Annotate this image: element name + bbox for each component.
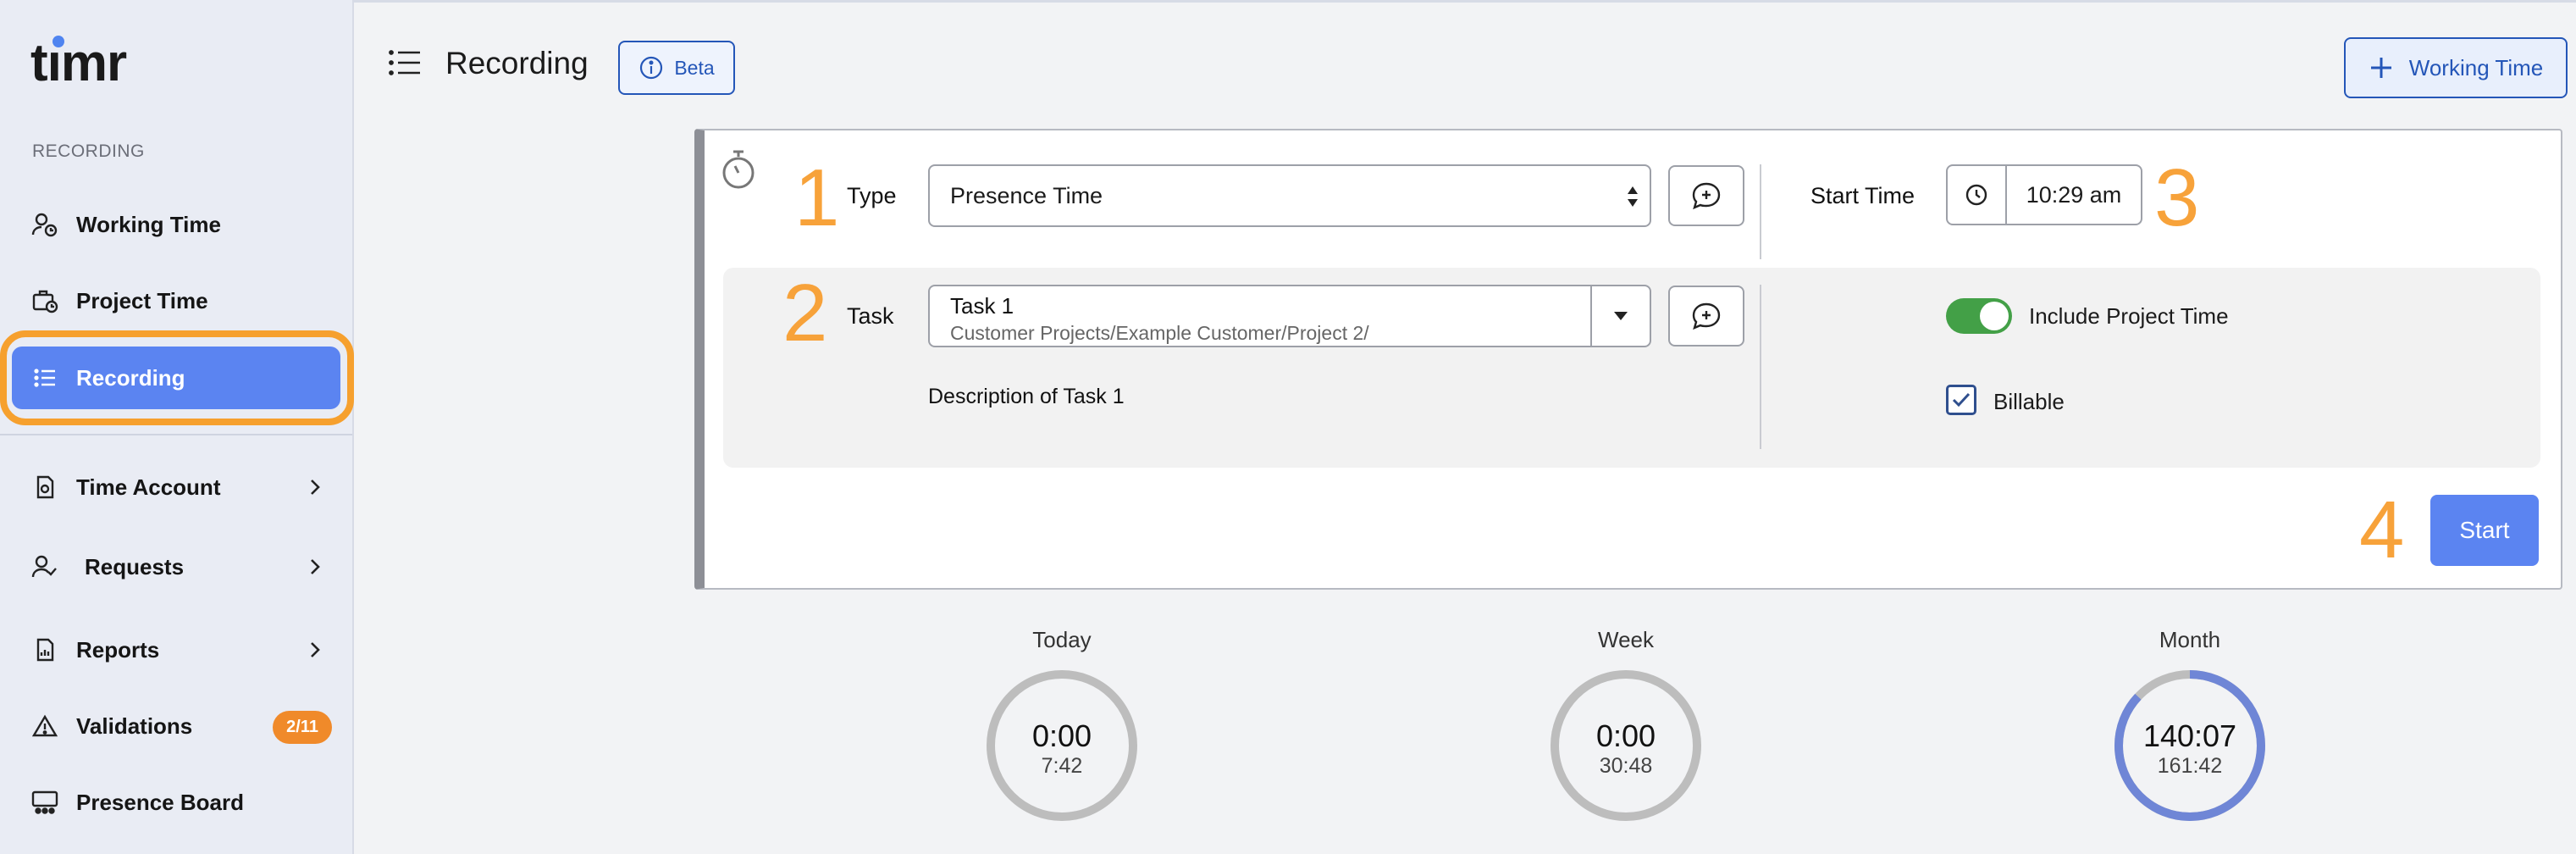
stat-label-today: Today [1032, 627, 1092, 652]
sidebar-item-requests[interactable]: Requests [12, 535, 340, 598]
beta-button[interactable]: Beta [618, 41, 735, 95]
start-time-value: 10:29 am [2026, 181, 2122, 208]
today-target: 7:42 [1041, 754, 1083, 778]
sidebar-item-label: Project Time [76, 287, 208, 313]
start-button[interactable]: Start [2430, 495, 2539, 566]
comment-add-icon [1692, 302, 1721, 330]
plus-icon [2370, 58, 2391, 78]
task-description: Description of Task 1 [928, 385, 1125, 408]
month-value: 140:07 [2142, 718, 2237, 753]
sidebar-item-label: Requests [85, 553, 185, 580]
task-name: Task 1 [950, 293, 1014, 319]
sidebar-section-label: RECORDING [32, 141, 145, 161]
checkmark-icon [1952, 392, 1971, 408]
sidebar-item-label: Time Account [76, 474, 221, 500]
select-updown-icon [1628, 186, 1638, 207]
step-number-4: 4 [2359, 485, 2405, 575]
step-number-2: 2 [782, 268, 828, 358]
task-path: Customer Projects/Example Customer/Proje… [950, 322, 1369, 344]
type-select-value: Presence Time [950, 182, 1103, 208]
sidebar-item-label: Recording [76, 364, 185, 391]
type-label: Type [847, 183, 897, 208]
type-select[interactable]: Presence Time [928, 164, 1651, 227]
task-comment-button[interactable] [1668, 286, 1744, 347]
include-project-time-label: Include Project Time [2029, 303, 2229, 329]
stat-label-month: Month [2159, 627, 2221, 652]
sidebar-item-working-time[interactable]: Working Time [12, 193, 340, 256]
sidebar-item-time-account[interactable]: Time Account [12, 456, 340, 518]
form-divider-bottom [1760, 285, 1761, 449]
sidebar-item-presence-board[interactable]: Presence Board [12, 771, 340, 834]
sidebar: tımr RECORDING Working Time Project Time… [0, 0, 354, 854]
sidebar-item-label: Reports [76, 636, 160, 663]
chevron-right-icon [311, 642, 320, 657]
warning-icon [30, 712, 59, 740]
include-project-time-toggle[interactable] [1946, 298, 2012, 334]
timr-logo[interactable]: tımr [30, 36, 127, 90]
time-account-icon [30, 473, 59, 502]
beta-label: Beta [674, 56, 715, 79]
user-check-icon [30, 552, 59, 581]
billable-checkbox[interactable] [1946, 385, 1976, 415]
clock-icon [1948, 166, 2007, 224]
user-clock-icon [30, 210, 59, 239]
sidebar-item-label: Validations [76, 713, 193, 739]
sidebar-item-project-time[interactable]: Project Time [12, 269, 340, 332]
sidebar-item-reports[interactable]: Reports [12, 618, 340, 681]
chevron-right-icon [311, 480, 320, 495]
stat-label-week: Week [1598, 627, 1654, 652]
page-title: Recording [445, 46, 589, 80]
top-border [0, 0, 2576, 3]
sidebar-divider [0, 434, 352, 435]
presence-board-icon [30, 788, 59, 817]
chevron-right-icon [311, 559, 320, 574]
add-working-time-button[interactable]: Working Time [2344, 37, 2568, 98]
step-number-3: 3 [2154, 152, 2200, 243]
menu-list-icon[interactable] [388, 49, 422, 76]
briefcase-clock-icon [30, 286, 59, 315]
week-value: 0:00 [1595, 718, 1656, 753]
list-icon [30, 363, 59, 392]
week-target: 30:48 [1599, 754, 1653, 778]
start-time-label: Start Time [1810, 183, 1915, 208]
form-divider-top [1760, 164, 1761, 259]
validations-count-badge: 2/11 [273, 711, 332, 744]
sidebar-item-validations[interactable]: Validations 2/11 [12, 695, 340, 757]
month-target: 161:42 [2157, 754, 2223, 778]
today-value: 0:00 [1031, 718, 1092, 753]
step-number-1: 1 [794, 152, 840, 243]
sidebar-item-recording[interactable]: Recording [12, 347, 340, 409]
sidebar-item-label: Presence Board [76, 789, 244, 815]
sidebar-item-label: Working Time [76, 211, 221, 237]
billable-label: Billable [1993, 389, 2065, 414]
caret-down-icon [1614, 312, 1628, 320]
task-label: Task [847, 303, 894, 329]
report-icon [30, 635, 59, 664]
type-comment-button[interactable] [1668, 165, 1744, 226]
stopwatch-icon [720, 148, 757, 191]
task-dropdown-button[interactable] [1590, 286, 1650, 346]
start-time-field[interactable]: 10:29 am [1946, 164, 2142, 225]
info-icon [640, 56, 663, 80]
add-working-time-label: Working Time [2408, 54, 2544, 80]
task-select[interactable]: Task 1 Customer Projects/Example Custome… [928, 285, 1651, 347]
comment-add-icon [1692, 182, 1721, 210]
